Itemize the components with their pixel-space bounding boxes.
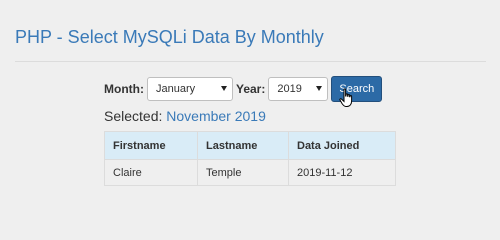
- chevron-down-icon: [316, 86, 323, 91]
- cell-lastname: Temple: [197, 159, 289, 186]
- month-select[interactable]: January: [146, 77, 233, 101]
- year-select-value: 2019: [277, 83, 302, 95]
- selected-label: Selected:: [104, 108, 163, 124]
- column-header-firstname: Firstname: [104, 131, 198, 160]
- column-header-lastname: Lastname: [197, 131, 289, 160]
- selected-period: Selected: November 2019: [104, 108, 266, 124]
- selected-value: November 2019: [166, 108, 266, 124]
- year-label: Year:: [235, 82, 266, 96]
- divider: [15, 61, 486, 62]
- month-select-value: January: [155, 83, 196, 95]
- year-select[interactable]: 2019: [268, 77, 329, 101]
- results-table: Firstname Lastname Data Joined Claire Te…: [104, 131, 396, 186]
- month-label: Month:: [104, 82, 144, 96]
- hand-pointer-icon: [339, 88, 353, 107]
- cell-firstname: Claire: [104, 159, 198, 186]
- table-row: Claire Temple 2019-11-12: [104, 159, 396, 186]
- table-header-row: Firstname Lastname Data Joined: [104, 131, 396, 160]
- chevron-down-icon: [220, 86, 227, 91]
- column-header-date-joined: Data Joined: [288, 131, 396, 160]
- page-title: PHP - Select MySQLi Data By Monthly: [15, 27, 324, 47]
- cell-date-joined: 2019-11-12: [288, 159, 396, 186]
